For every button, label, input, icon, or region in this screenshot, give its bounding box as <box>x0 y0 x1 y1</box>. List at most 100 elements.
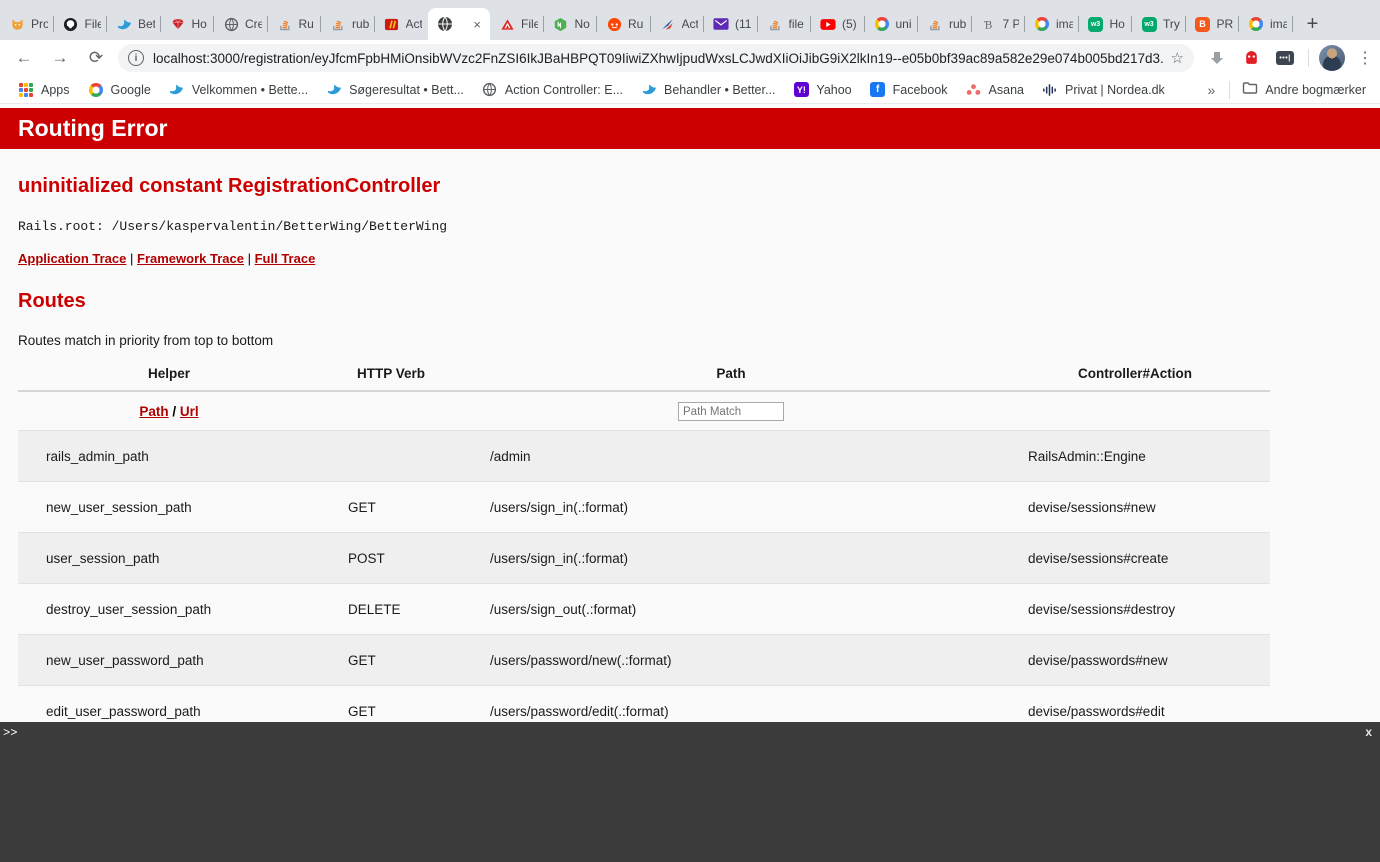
route-verb-cell <box>320 431 462 482</box>
tab[interactable]: No <box>544 8 598 40</box>
tab-label: rub <box>949 17 966 31</box>
tab[interactable]: ima <box>1239 8 1293 40</box>
tab[interactable]: Bet <box>107 8 161 40</box>
rails-guides-icon <box>384 16 400 32</box>
bookmark-label: Facebook <box>893 83 948 97</box>
tab[interactable]: Cre <box>214 8 268 40</box>
node-icon <box>553 16 569 32</box>
route-row: destroy_user_session_pathDELETE/users/si… <box>18 584 1270 635</box>
tab[interactable]: File <box>54 8 108 40</box>
route-helper-cell: destroy_user_session_path <box>18 584 320 635</box>
bookmark-star-icon[interactable]: ☆ <box>1171 49 1184 67</box>
tab-label: Ru <box>299 17 314 31</box>
url-text[interactable]: localhost:3000/registration/eyJfcmFpbHMi… <box>153 51 1163 66</box>
routes-heading: Routes <box>18 290 1380 313</box>
route-verb-cell: POST <box>320 533 462 584</box>
download-arrow-icon[interactable] <box>1206 47 1228 69</box>
tab-label: Cre <box>245 17 262 31</box>
tab-label: uni <box>896 17 912 31</box>
bookmark-item[interactable]: Action Controller: E... <box>482 82 623 98</box>
tab[interactable]: Act <box>651 8 705 40</box>
console-prompt[interactable]: >> <box>3 726 17 740</box>
card-dots-icon[interactable]: •••| <box>1274 47 1296 69</box>
bookmark-label: Asana <box>989 83 1024 97</box>
trace-separator: | <box>130 251 133 266</box>
bookmark-item[interactable]: fFacebook <box>870 82 948 98</box>
tab[interactable]: Pro <box>0 8 54 40</box>
banner-title: Routing Error <box>18 115 168 141</box>
tab[interactable]: (11 <box>704 8 758 40</box>
fox-icon <box>9 16 25 32</box>
bookmark-item[interactable]: Google <box>88 82 151 98</box>
tab[interactable]: Act <box>375 8 429 40</box>
profile-avatar[interactable] <box>1319 45 1345 71</box>
routes-note: Routes match in priority from top to bot… <box>18 333 1380 348</box>
header-helper: Helper <box>18 362 320 391</box>
other-bookmarks-folder[interactable]: Andre bogmærker <box>1242 80 1366 99</box>
tab[interactable]: Ɓ7 P <box>972 8 1026 40</box>
blogger-icon: B <box>1195 16 1211 32</box>
apps-grid-icon <box>18 82 34 98</box>
bookmark-item[interactable]: Asana <box>966 82 1024 98</box>
tab[interactable]: file <box>758 8 812 40</box>
reload-button[interactable]: ⟳ <box>84 46 108 70</box>
bookmark-label: Apps <box>41 83 70 97</box>
browser-toolbar: ← → ⟳ i localhost:3000/registration/eyJf… <box>0 40 1380 76</box>
bookmark-item[interactable]: Apps <box>18 82 70 98</box>
tab-active[interactable]: × <box>428 8 490 40</box>
bluebird-icon <box>169 82 185 98</box>
bookmarks-overflow-chevron[interactable]: » <box>1207 82 1215 98</box>
path-match-input[interactable] <box>678 402 784 421</box>
trace-separator: | <box>248 251 251 266</box>
tab[interactable]: uni <box>865 8 919 40</box>
bookmark-item[interactable]: Søgeresultat • Bett... <box>326 82 464 98</box>
tab[interactable]: rub <box>918 8 972 40</box>
tab[interactable]: ima <box>1025 8 1079 40</box>
route-row: rails_admin_path/adminRailsAdmin::Engine <box>18 431 1270 482</box>
route-path-cell: /admin <box>462 431 1000 482</box>
back-button[interactable]: ← <box>12 46 36 70</box>
bookmark-label: Yahoo <box>816 83 851 97</box>
route-helper-cell: new_user_session_path <box>18 482 320 533</box>
address-bar[interactable]: i localhost:3000/registration/eyJfcmFpbH… <box>118 44 1194 72</box>
tab[interactable]: BPR <box>1186 8 1240 40</box>
tab-label: Act <box>682 17 699 31</box>
google-icon <box>1034 16 1050 32</box>
robot-red-icon[interactable] <box>1240 47 1262 69</box>
tab[interactable]: Ru <box>597 8 651 40</box>
tab[interactable]: Ru <box>268 8 322 40</box>
route-row: new_user_session_pathGET/users/sign_in(.… <box>18 482 1270 533</box>
tab[interactable]: File <box>490 8 544 40</box>
chrome-menu-icon[interactable]: ⋮ <box>1357 48 1373 68</box>
forward-button[interactable]: → <box>48 46 72 70</box>
tab[interactable]: w3Ho <box>1079 8 1133 40</box>
route-verb-cell: GET <box>320 635 462 686</box>
bookmark-item[interactable]: Velkommen • Bette... <box>169 82 308 98</box>
bookmark-item[interactable]: Behandler • Better... <box>641 82 775 98</box>
globe-icon <box>482 82 498 98</box>
tab[interactable]: rub <box>321 8 375 40</box>
w3schools-icon: w3 <box>1141 16 1157 32</box>
application-trace-link[interactable]: Application Trace <box>18 251 126 266</box>
tab-close-icon[interactable]: × <box>470 17 484 32</box>
tab[interactable]: w3 Try <box>1132 8 1186 40</box>
route-path-cell: /users/password/edit(.:format) <box>462 686 1000 723</box>
console-close-icon[interactable]: x <box>1365 725 1372 739</box>
tab[interactable]: Ho <box>161 8 215 40</box>
full-trace-link[interactable]: Full Trace <box>255 251 316 266</box>
bookmark-item[interactable]: Y!Yahoo <box>793 82 851 98</box>
framework-trace-link[interactable]: Framework Trace <box>137 251 244 266</box>
tab[interactable]: (5) <box>811 8 865 40</box>
stackoverflow-icon <box>277 16 293 32</box>
page-info-icon[interactable]: i <box>128 50 144 66</box>
web-console-panel[interactable]: >> x <box>0 722 1380 862</box>
tab-label: Bet <box>138 17 155 31</box>
new-tab-button[interactable]: + <box>1299 10 1327 38</box>
tab-label: Try <box>1163 17 1180 31</box>
jet-icon <box>660 16 676 32</box>
helper-url-toggle[interactable]: Url <box>180 404 199 419</box>
bookmark-item[interactable]: Privat | Nordea.dk <box>1042 82 1165 98</box>
folder-icon <box>1242 80 1258 99</box>
header-http-verb: HTTP Verb <box>320 362 462 391</box>
helper-path-toggle[interactable]: Path <box>139 404 168 419</box>
